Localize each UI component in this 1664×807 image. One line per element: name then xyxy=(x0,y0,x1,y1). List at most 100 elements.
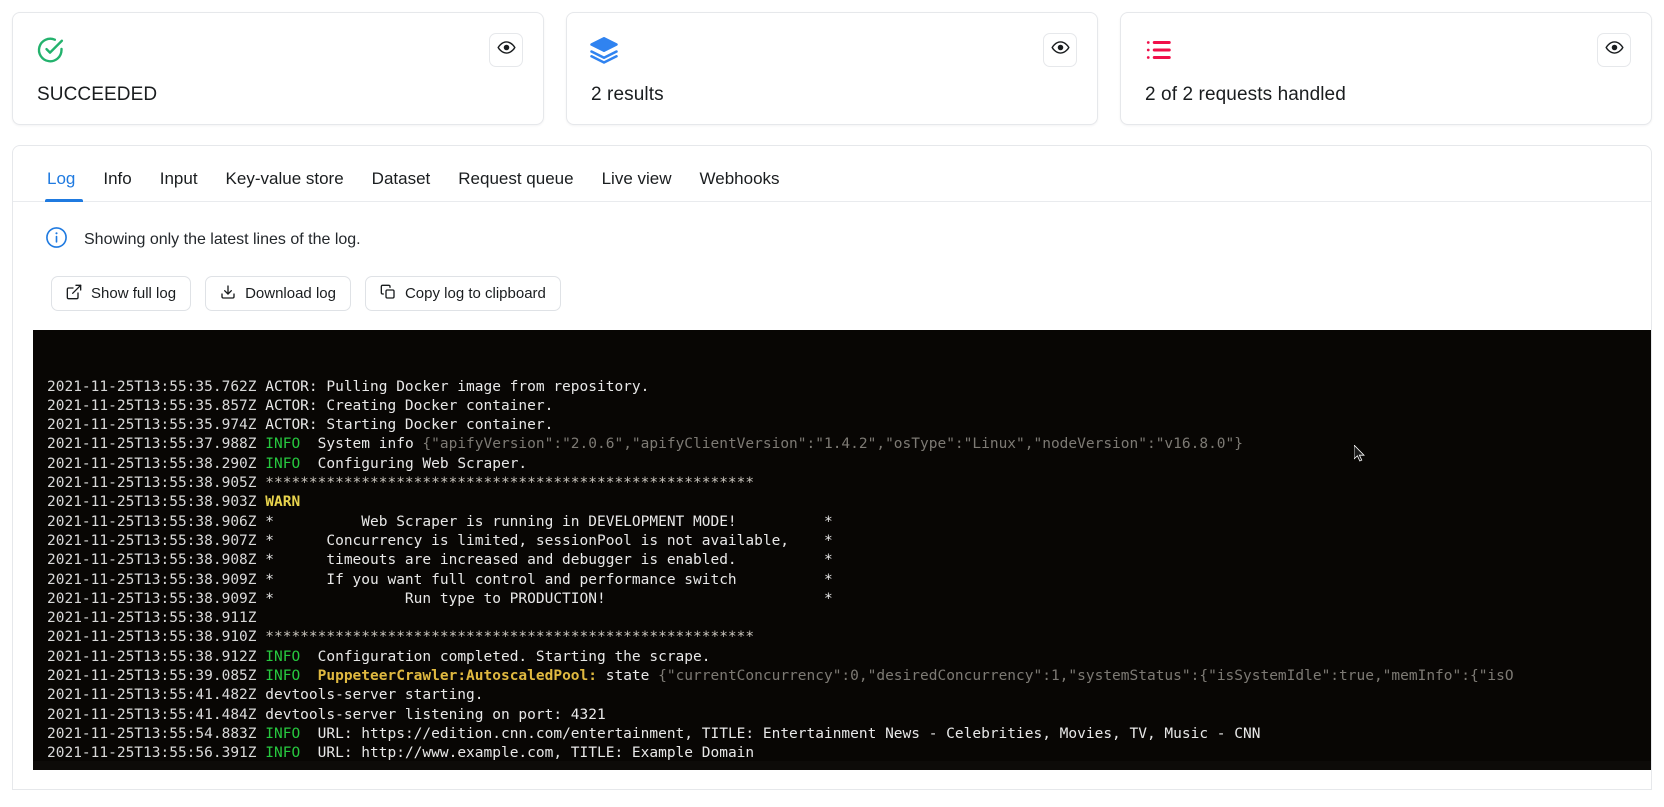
log-line: 2021-11-25T13:55:38.905Z ***************… xyxy=(47,474,1651,493)
log-line: 2021-11-25T13:55:37.988Z INFO System inf… xyxy=(47,435,1651,454)
copy-log-button[interactable]: Copy log to clipboard xyxy=(364,276,561,311)
tab-dataset[interactable]: Dataset xyxy=(358,170,445,201)
log-line: 2021-11-25T13:55:39.085Z INFO PuppeteerC… xyxy=(47,667,1651,686)
log-timestamp: 2021-11-25T13:55:38.909Z xyxy=(47,571,266,588)
log-timestamp: 2021-11-25T13:55:38.909Z xyxy=(47,590,266,607)
log-timestamp: 2021-11-25T13:55:38.912Z xyxy=(47,648,266,665)
log-line: 2021-11-25T13:55:38.910Z ***************… xyxy=(47,628,1651,647)
log-actions-toolbar: Show full log Download log Copy log to c… xyxy=(13,254,1651,311)
log-segment: ACTOR: Starting Docker container. xyxy=(265,417,554,434)
tab-live-view[interactable]: Live view xyxy=(588,170,686,201)
log-segment: ACTOR: Creating Docker container. xyxy=(265,397,554,414)
log-segment: * timeouts are increased and debugger is… xyxy=(265,552,833,569)
view-status-button[interactable] xyxy=(489,33,523,67)
log-line: 2021-11-25T13:55:54.883Z INFO URL: https… xyxy=(47,725,1651,744)
log-line: 2021-11-25T13:55:35.857Z ACTOR: Creating… xyxy=(47,397,1651,416)
log-timestamp: 2021-11-25T13:55:35.762Z xyxy=(47,378,266,395)
status-card-run-status: SUCCEEDED xyxy=(12,12,544,125)
log-line: 2021-11-25T13:55:38.909Z * If you want f… xyxy=(47,571,1651,590)
log-level: INFO xyxy=(265,648,301,665)
status-card-label: 2 of 2 requests handled xyxy=(1145,84,1346,105)
log-timestamp: 2021-11-25T13:55:35.974Z xyxy=(47,417,266,434)
log-level: INFO xyxy=(265,745,301,762)
log-timestamp: 2021-11-25T13:55:38.907Z xyxy=(47,532,266,549)
log-level: INFO xyxy=(265,668,301,685)
log-horizontal-scrollbar[interactable] xyxy=(33,761,1651,770)
log-level: INFO xyxy=(265,725,301,742)
view-requests-button[interactable] xyxy=(1597,33,1631,67)
tab-input[interactable]: Input xyxy=(146,170,212,201)
log-segment: Configuration completed. Starting the sc… xyxy=(317,648,711,665)
log-segment: {"apifyVersion":"2.0.6","apifyClientVers… xyxy=(422,436,1244,453)
log-segment: state xyxy=(597,668,659,685)
log-line: 2021-11-25T13:55:38.290Z INFO Configurin… xyxy=(47,455,1651,474)
external-link-icon xyxy=(66,284,82,304)
log-segment: * Run type to PRODUCTION! * xyxy=(265,590,833,607)
log-lines: 2021-11-25T13:55:35.762Z ACTOR: Pulling … xyxy=(33,378,1651,770)
button-label: Show full log xyxy=(91,285,177,302)
tab-webhooks[interactable]: Webhooks xyxy=(686,170,794,201)
log-segment: ACTOR: Pulling Docker image from reposit… xyxy=(265,378,650,395)
log-timestamp: 2021-11-25T13:55:38.910Z xyxy=(47,629,266,646)
log-line: 2021-11-25T13:55:38.911Z xyxy=(47,609,1651,628)
tab-info[interactable]: Info xyxy=(89,170,145,201)
log-segment: * Web Scraper is running in DEVELOPMENT … xyxy=(265,513,833,530)
log-line: 2021-11-25T13:55:38.907Z * Concurrency i… xyxy=(47,532,1651,551)
log-timestamp: 2021-11-25T13:55:54.883Z xyxy=(47,725,266,742)
status-card-label: 2 results xyxy=(591,84,664,105)
run-detail-panel: Log Info Input Key-value store Dataset R… xyxy=(12,145,1652,790)
log-timestamp: 2021-11-25T13:55:41.482Z xyxy=(47,687,266,704)
log-line: 2021-11-25T13:55:38.906Z * Web Scraper i… xyxy=(47,513,1651,532)
notice-text: Showing only the latest lines of the log… xyxy=(84,231,361,248)
button-label: Download log xyxy=(245,285,336,302)
log-line: 2021-11-25T13:55:38.912Z INFO Configurat… xyxy=(47,648,1651,667)
eye-icon xyxy=(1604,38,1624,62)
status-card-results: 2 results xyxy=(566,12,1098,125)
log-terminal[interactable]: 2021-11-25T13:55:35.762Z ACTOR: Pulling … xyxy=(33,330,1651,770)
log-timestamp: 2021-11-25T13:55:41.484Z xyxy=(47,706,266,723)
tab-bar: Log Info Input Key-value store Dataset R… xyxy=(13,146,1651,202)
log-level: INFO xyxy=(265,436,301,453)
check-circle-icon xyxy=(35,35,65,65)
log-timestamp: 2021-11-25T13:55:37.988Z xyxy=(47,436,266,453)
log-timestamp: 2021-11-25T13:55:38.906Z xyxy=(47,513,266,530)
status-card-requests: 2 of 2 requests handled xyxy=(1120,12,1652,125)
log-line: 2021-11-25T13:55:41.484Z devtools-server… xyxy=(47,706,1651,725)
log-level: INFO xyxy=(265,455,301,472)
log-timestamp: 2021-11-25T13:55:38.903Z xyxy=(47,494,266,511)
log-segment: ****************************************… xyxy=(265,475,755,492)
log-timestamp: 2021-11-25T13:55:38.908Z xyxy=(47,552,266,569)
log-segment: devtools-server listening on port: 4321 xyxy=(265,706,606,723)
log-segment: * Concurrency is limited, sessionPool is… xyxy=(265,532,833,549)
eye-icon xyxy=(1050,38,1070,62)
log-segment: URL: http://www.example.com, TITLE: Exam… xyxy=(317,745,755,762)
log-level: WARN xyxy=(265,494,301,511)
log-truncation-notice: Showing only the latest lines of the log… xyxy=(13,202,1651,254)
show-full-log-button[interactable]: Show full log xyxy=(51,276,192,311)
request-list-icon xyxy=(1143,35,1173,65)
eye-icon xyxy=(496,38,516,62)
copy-icon xyxy=(380,284,396,304)
download-icon xyxy=(220,284,236,304)
log-segment: PuppeteerCrawler:AutoscaledPool: xyxy=(317,668,597,685)
info-circle-icon xyxy=(45,226,68,254)
log-line: 2021-11-25T13:55:38.903Z WARN xyxy=(47,493,1651,512)
tab-key-value-store[interactable]: Key-value store xyxy=(212,170,358,201)
log-line: 2021-11-25T13:55:35.974Z ACTOR: Starting… xyxy=(47,416,1651,435)
tab-request-queue[interactable]: Request queue xyxy=(444,170,587,201)
log-timestamp: 2021-11-25T13:55:35.857Z xyxy=(47,397,266,414)
log-timestamp: 2021-11-25T13:55:38.911Z xyxy=(47,610,266,627)
layers-icon xyxy=(589,35,619,65)
view-results-button[interactable] xyxy=(1043,33,1077,67)
log-viewer-container: 2021-11-25T13:55:35.762Z ACTOR: Pulling … xyxy=(13,330,1651,770)
log-line: 2021-11-25T13:55:41.482Z devtools-server… xyxy=(47,686,1651,705)
download-log-button[interactable]: Download log xyxy=(205,276,351,311)
log-line: 2021-11-25T13:55:35.762Z ACTOR: Pulling … xyxy=(47,378,1651,397)
button-label: Copy log to clipboard xyxy=(404,285,546,302)
log-segment: {"currentConcurrency":0,"desiredConcurre… xyxy=(658,668,1514,685)
status-cards-row: SUCCEEDED 2 results 2 of 2 requests hand… xyxy=(0,0,1664,125)
log-timestamp: 2021-11-25T13:55:56.391Z xyxy=(47,745,266,762)
tab-log[interactable]: Log xyxy=(39,170,89,202)
log-timestamp: 2021-11-25T13:55:38.290Z xyxy=(47,455,266,472)
log-segment: devtools-server starting. xyxy=(265,687,484,704)
